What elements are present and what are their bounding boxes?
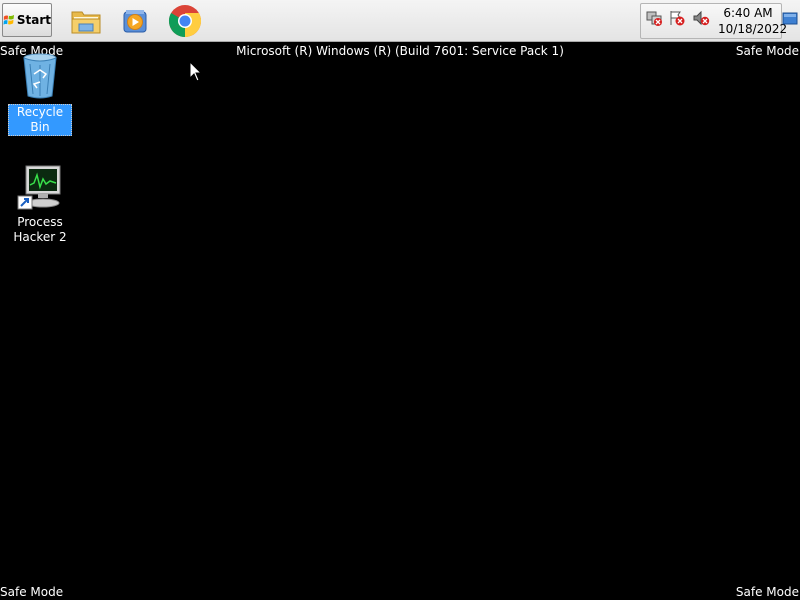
show-desktop-button[interactable] <box>782 12 798 26</box>
media-player-icon <box>123 10 147 33</box>
safe-mode-label-bottom-right: Safe Mode <box>735 585 799 599</box>
action-center-icon[interactable] <box>668 9 686 27</box>
build-info-text: Microsoft (R) Windows (R) (Build 7601: S… <box>236 44 564 58</box>
process-hacker-label-line1: Process <box>17 215 63 229</box>
recycle-bin-label: Recycle Bin <box>8 104 72 136</box>
safe-mode-label-top-right: Safe Mode <box>735 44 799 58</box>
recycle-bin-icon <box>23 53 57 99</box>
start-label: Start <box>16 13 51 27</box>
process-hacker-label-line2: Hacker 2 <box>13 230 67 244</box>
start-button[interactable]: Start <box>2 3 52 37</box>
volume-muted-icon[interactable] <box>692 9 710 27</box>
windows-logo-icon <box>3 14 15 25</box>
desktop-icon-recycle-bin[interactable]: Recycle Bin <box>8 52 72 136</box>
media-player-quicklaunch-button[interactable] <box>118 4 152 38</box>
chrome-quicklaunch-button[interactable] <box>168 4 202 38</box>
clock-date: 10/18/2022 <box>718 22 788 36</box>
process-hacker-icon <box>17 165 61 210</box>
safe-mode-label-bottom-left: Safe Mode <box>0 585 64 599</box>
system-clock[interactable]: 6:40 AM 10/18/2022 <box>718 5 788 37</box>
clock-time: 6:40 AM <box>723 6 773 20</box>
desktop-icon-process-hacker[interactable]: Process Hacker 2 <box>8 163 72 245</box>
explorer-quicklaunch-button[interactable] <box>69 4 103 38</box>
folder-icon <box>71 11 101 34</box>
mouse-cursor-icon <box>189 61 203 82</box>
network-icon[interactable] <box>645 9 663 27</box>
taskbar: Start 6:40 AM 10/18/2022 <box>0 0 800 42</box>
chrome-icon <box>168 5 202 38</box>
